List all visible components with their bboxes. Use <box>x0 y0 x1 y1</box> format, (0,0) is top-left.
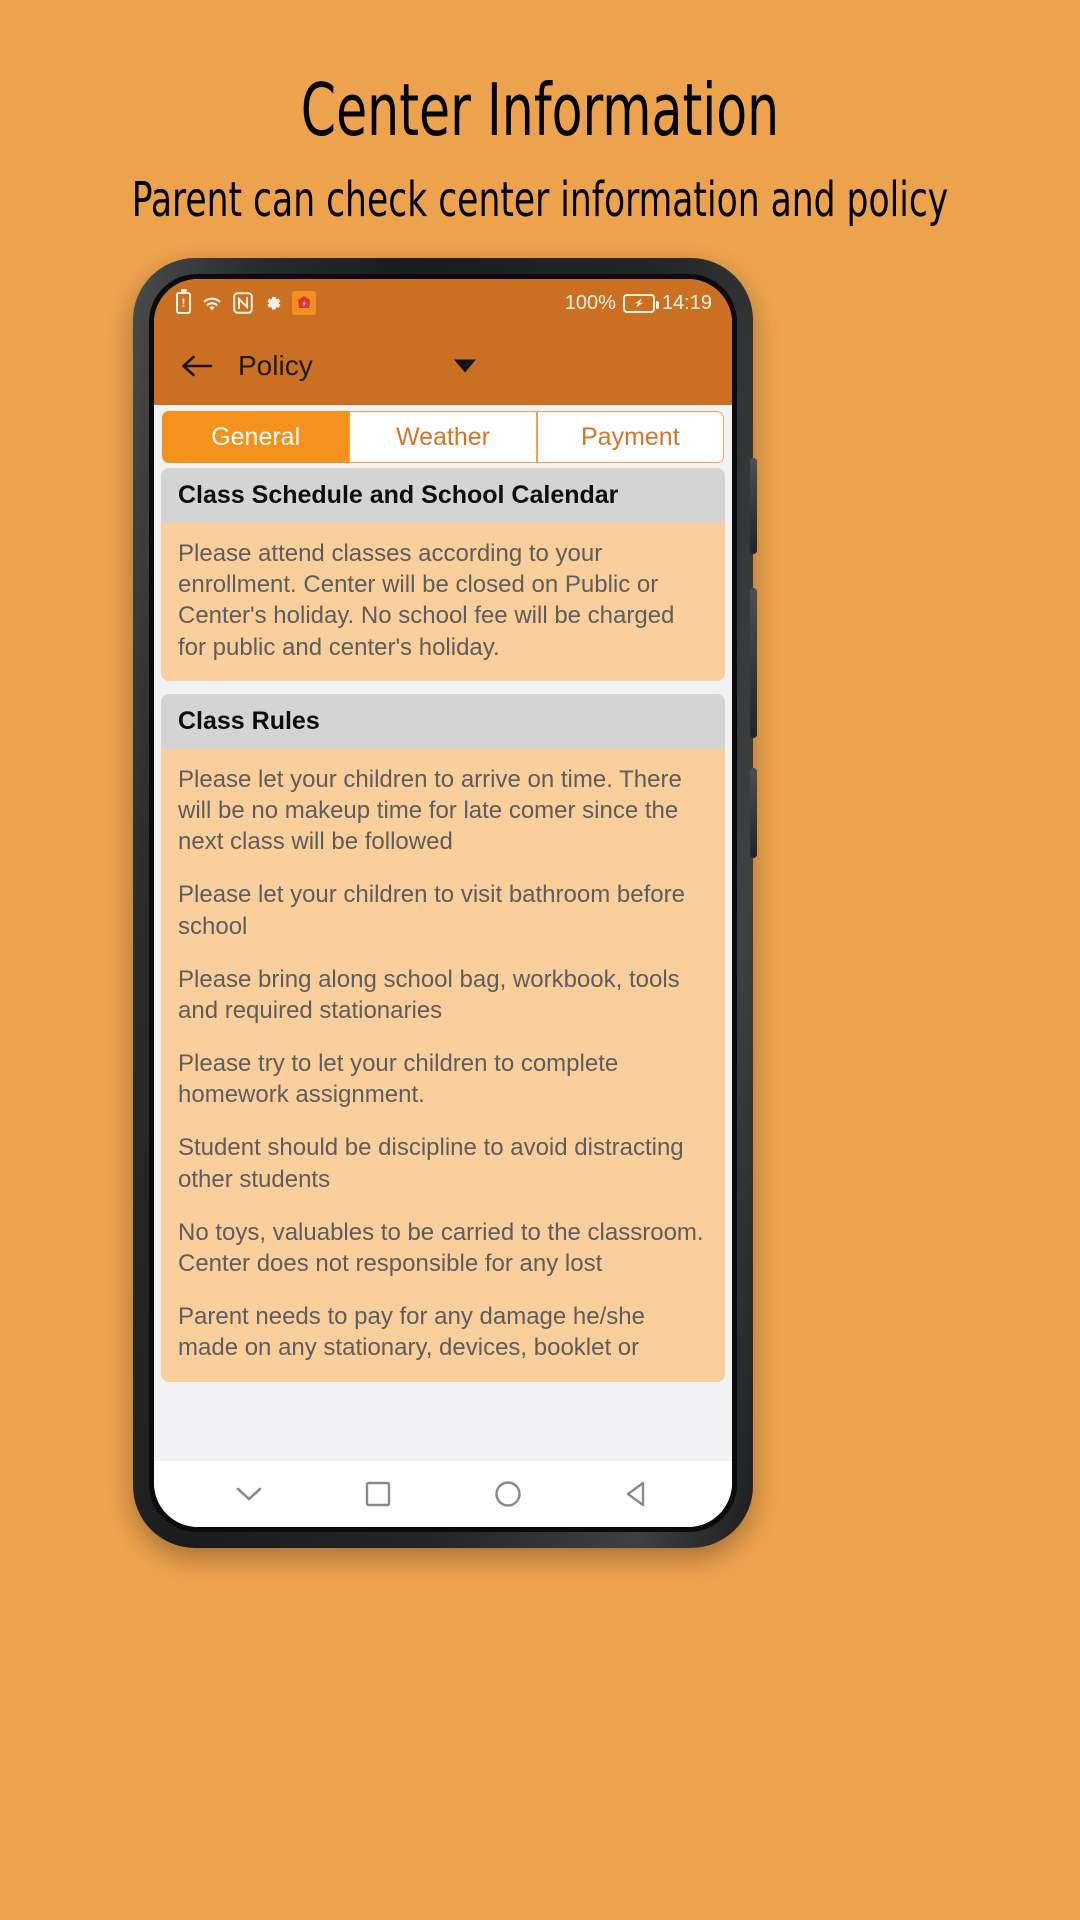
policy-paragraph: Please try to let your children to compl… <box>178 1050 619 1109</box>
app-bar: Policy <box>154 327 732 405</box>
phone-screen: ! 100% 14:19 Policy General Weather Paym… <box>154 279 732 1527</box>
page-subtitle: Parent can check center information and … <box>131 172 949 228</box>
policy-scroll-area[interactable]: Class Schedule and School Calendar Pleas… <box>154 468 732 1461</box>
home-circle-icon[interactable] <box>486 1472 530 1516</box>
policy-paragraph: Parent needs to pay for any damage he/sh… <box>178 1303 645 1362</box>
phone-bezel: ! 100% 14:19 Policy General Weather Paym… <box>149 274 737 1532</box>
status-bar-right-icons: 100% 14:19 <box>565 292 712 315</box>
volume-button[interactable] <box>750 458 757 554</box>
wifi-icon <box>200 293 224 313</box>
tab-weather[interactable]: Weather <box>349 411 537 463</box>
policy-paragraph: No toys, valuables to be carried to the … <box>178 1218 704 1277</box>
assistant-button[interactable] <box>750 768 757 858</box>
battery-alert-icon: ! <box>176 289 191 314</box>
gear-icon <box>262 293 283 314</box>
recents-square-icon[interactable] <box>356 1472 400 1516</box>
back-triangle-icon[interactable] <box>615 1472 659 1516</box>
policy-paragraph: Please attend classes according to your … <box>178 540 675 661</box>
tab-payment[interactable]: Payment <box>536 411 724 463</box>
tab-bar: General Weather Payment <box>154 405 732 468</box>
nfc-icon <box>233 292 253 314</box>
power-button[interactable] <box>750 588 757 738</box>
status-bar-left-icons: ! <box>176 289 316 315</box>
policy-card: Class Schedule and School Calendar Pleas… <box>161 468 725 681</box>
promo-header: Center Information Parent can check cent… <box>0 0 1080 224</box>
card-body: Please attend classes according to your … <box>161 523 725 681</box>
system-nav-bar <box>154 1461 732 1527</box>
status-bar: ! 100% 14:19 <box>154 279 732 327</box>
app-badge-icon <box>292 291 316 315</box>
app-bar-title: Policy <box>238 350 313 381</box>
policy-paragraph: Student should be discipline to avoid di… <box>178 1134 684 1193</box>
back-arrow-icon[interactable] <box>178 347 216 385</box>
chevron-down-icon[interactable] <box>227 1472 271 1516</box>
page-title: Center Information <box>300 68 780 152</box>
policy-paragraph: Please let your children to arrive on ti… <box>178 765 682 856</box>
clock-label: 14:19 <box>661 291 712 314</box>
card-header-title: Class Rules <box>161 693 725 749</box>
tab-general[interactable]: General <box>162 411 350 463</box>
policy-paragraph: Please let your children to visit bathro… <box>178 881 685 940</box>
card-header-title: Class Schedule and School Calendar <box>161 468 725 523</box>
battery-percent-label: 100% <box>564 291 616 314</box>
phone-device-frame: ! 100% 14:19 Policy General Weather Paym… <box>133 258 757 1548</box>
battery-charging-icon <box>622 293 659 313</box>
policy-card: Class Rules Please let your children to … <box>161 693 725 1382</box>
card-body: Please let your children to arrive on ti… <box>161 748 725 1382</box>
chevron-down-icon[interactable] <box>454 359 476 373</box>
policy-paragraph: Please bring along school bag, workbook,… <box>178 965 680 1024</box>
